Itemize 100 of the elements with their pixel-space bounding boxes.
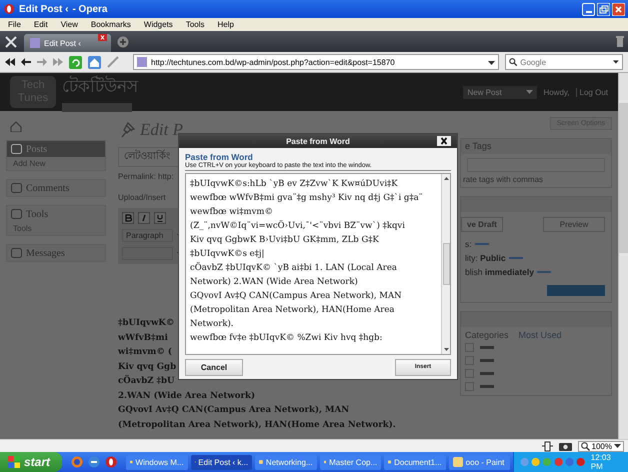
dropdown-arrow-icon [613, 60, 619, 64]
trash-icon[interactable] [616, 36, 624, 47]
bold-icon[interactable] [122, 212, 134, 224]
preview-button[interactable]: Preview [543, 217, 605, 232]
opera-logo-icon[interactable] [105, 456, 118, 468]
search-icon [509, 57, 518, 67]
connection-icon[interactable] [542, 440, 553, 452]
menu-item[interactable]: Edit [34, 20, 48, 29]
category-tab[interactable]: Most Used [518, 330, 562, 340]
pasted-text-line: Network). [190, 318, 235, 331]
save-draft-button[interactable]: ve Draft [461, 217, 503, 232]
taskbar-button[interactable]: ooo - Paint [448, 454, 510, 470]
menu-icon [11, 248, 22, 258]
dialog-heading: Paste from Word [185, 152, 254, 162]
pasted-text-line: wewfbœ fv‡e ‡bUIqvK© %Zwi Kiv hvq ‡hgb: [190, 332, 384, 345]
app-icon [452, 457, 463, 467]
start-button[interactable]: start [0, 452, 62, 472]
close-icon[interactable] [98, 34, 107, 41]
pasted-text-line: cÖavbZ ‡bUIqvK© `yB ai‡bi 1. LAN (Local Area [190, 261, 398, 275]
menu-item[interactable]: Help [218, 20, 234, 29]
editor-text-line: (Metropolitan Area Network), HAN(Home Area Network). [118, 418, 396, 432]
dropdown-arrow-icon [488, 60, 495, 64]
minimize-button[interactable] [582, 2, 595, 16]
pasted-text-line: wewfbœ wi‡mvm© [190, 206, 274, 219]
search-field[interactable]: Google [505, 54, 623, 70]
edit-link[interactable] [536, 271, 551, 273]
menu-item[interactable]: View [60, 20, 78, 29]
zoom-control[interactable]: 100% [578, 440, 624, 452]
pasted-text-line: wewfbœ wWfvB‡mi gva¨‡g mshy³ Kiv nq d‡j G‡`i g‡a¨ [190, 192, 424, 205]
reload-icon[interactable] [69, 56, 82, 68]
add-tab-button[interactable] [116, 36, 129, 48]
restore-button[interactable] [597, 2, 610, 16]
sidebar-item[interactable]: Posts [7, 141, 105, 157]
fast-forward-icon[interactable] [53, 58, 63, 66]
site-tagline-bar [62, 102, 132, 112]
tags-hint: rate tags with commas [462, 174, 544, 186]
scrollbar[interactable] [618, 73, 628, 439]
status-text: s: [465, 239, 472, 249]
category-label-blur [480, 346, 494, 349]
new-post-dropdown[interactable]: New Post [463, 86, 538, 98]
pasted-text-line: GQvovI Av‡Q CAN(Campus Area Network), MAN [190, 290, 403, 303]
format-dropdown[interactable]: Paragraph [122, 229, 173, 242]
browser-icon[interactable] [71, 456, 84, 468]
close-button[interactable] [437, 136, 451, 146]
underline-icon[interactable] [154, 212, 166, 224]
edit-link[interactable] [508, 257, 523, 259]
home-icon[interactable] [10, 121, 22, 132]
greeting: Howdy, [543, 88, 570, 96]
taskbar-button[interactable]: Networking... [255, 454, 317, 470]
scrollbar[interactable] [441, 174, 450, 354]
page-icon [137, 57, 147, 67]
taskbar-button[interactable]: Document1... [384, 454, 446, 470]
pasted-text-line: ‡bUIqvwK©s e‡j| [190, 248, 266, 261]
scroll-down-icon [444, 348, 448, 351]
menu-item[interactable]: Widgets [144, 20, 173, 29]
home-icon[interactable] [88, 56, 101, 68]
sidebar-item[interactable]: Tools [7, 206, 105, 222]
publish-time-text: blish immediately [465, 267, 534, 277]
browser-tab[interactable]: Edit Post ‹ [24, 34, 111, 52]
forward-icon[interactable] [37, 58, 47, 66]
permalink-text: Permalink: http: [118, 172, 174, 181]
taskbar-button[interactable]: Master Cop... [320, 454, 382, 470]
menu-item[interactable]: Bookmarks [90, 20, 131, 29]
rewind-icon[interactable] [5, 58, 15, 66]
address-field[interactable]: http://techtunes.com.bd/wp-admin/post.php?action=edit&post=15870 [133, 54, 499, 70]
category-label-blur [480, 372, 494, 375]
camera-icon[interactable] [558, 441, 572, 451]
editor-text-line: wi‡mvm© ( [118, 346, 172, 359]
logout-link[interactable]: Log Out [576, 88, 608, 96]
app-name: - Opera [72, 4, 108, 14]
editor-text-line: Kiv qvq Ggb [118, 360, 176, 374]
dropdown-arrow-icon [614, 444, 621, 448]
taskbar-button[interactable]: Windows M... [126, 454, 188, 470]
menu-item[interactable]: File [8, 20, 21, 29]
italic-icon[interactable] [138, 212, 150, 224]
paste-text-area[interactable] [185, 173, 451, 355]
search-input[interactable]: Google [520, 58, 610, 66]
pasted-text-line: (Z_¨,nvW©Iq¨vi=wcÖ›Uvi,¯'<¨vbvi BZ¨vw`) ‡kqvi [190, 219, 406, 233]
scroll-up-icon [444, 177, 448, 180]
pasted-text-line: ‡bUIqvwK©s:hLb `yB ev Z‡Zvw`K Kw¤úDUvi‡K [190, 178, 399, 191]
menu-item[interactable]: Tools [186, 20, 204, 29]
windows-flag-icon [8, 456, 20, 468]
pen-icon[interactable] [107, 56, 119, 68]
dialog-title: Paste from Word [286, 136, 350, 146]
browser-icon[interactable] [88, 456, 100, 468]
editor-text-line: 2.WAN (Wide Area Network) [118, 390, 256, 402]
editor-text-line: cÖavbZ ‡bU [118, 374, 175, 388]
window-title: Edit Post ‹ [19, 4, 68, 14]
taskbar-button[interactable]: Edit Post ‹ k... [190, 454, 252, 470]
sidebar-item[interactable]: Comments [7, 180, 105, 196]
edit-link[interactable] [474, 243, 489, 245]
sidebar-item[interactable]: Messages [7, 245, 105, 261]
editor-text-line: GQvovI Av‡Q CAN(Campus Area Network), MAN [118, 404, 350, 417]
pasted-text-line: Network) 2.WAN (Wide Area Network) [190, 276, 359, 289]
category-tab[interactable]: Categories [465, 330, 509, 340]
opera-logo-icon [3, 3, 15, 15]
tools-icon[interactable] [4, 34, 18, 48]
cancel-button[interactable]: Cancel [185, 359, 243, 376]
back-icon[interactable] [21, 58, 31, 66]
editor-text-line: ‡bUIqvwK© [118, 317, 174, 330]
